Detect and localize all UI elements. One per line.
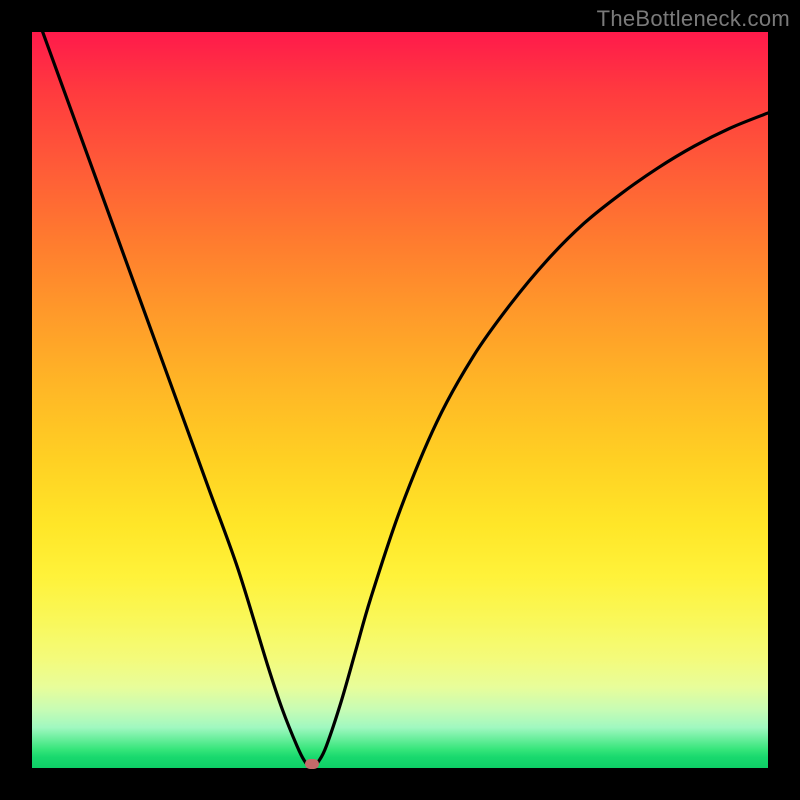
chart-frame: TheBottleneck.com (0, 0, 800, 800)
bottleneck-curve (32, 32, 768, 768)
optimal-point-marker (305, 759, 319, 769)
plot-area (32, 32, 768, 768)
watermark-text: TheBottleneck.com (597, 6, 790, 32)
